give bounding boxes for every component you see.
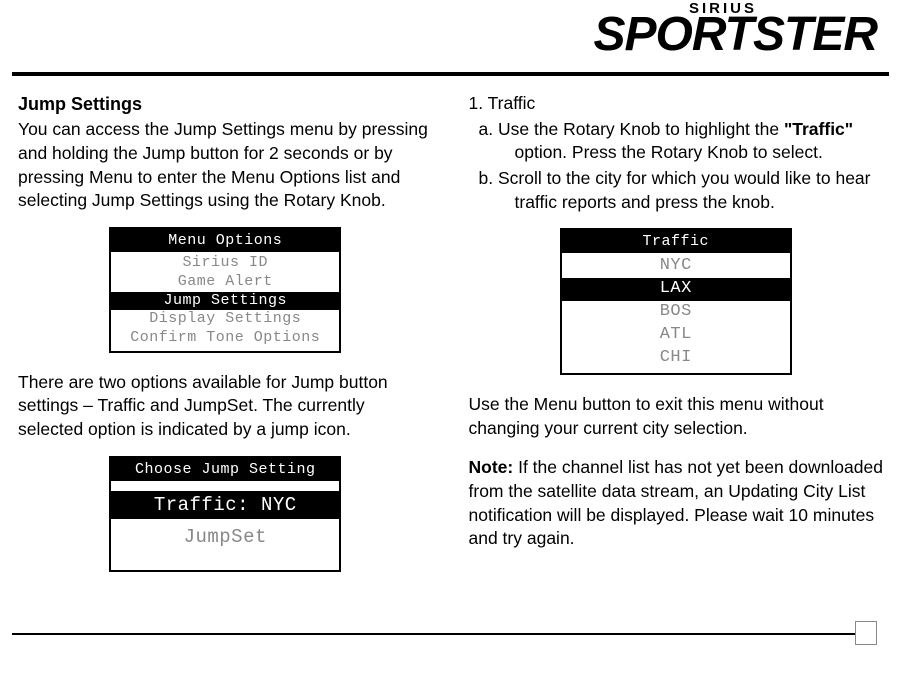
substep-b-line2: traffic reports and press the knob. <box>469 191 884 215</box>
content-area: Jump Settings You can access the Jump Se… <box>18 92 883 590</box>
lcd-body: Sirius ID Game Alert Jump Settings Displ… <box>111 252 339 351</box>
lcd-choose-jump: Choose Jump Setting Traffic: NYC JumpSet <box>109 456 341 572</box>
substep-a-bold: "Traffic" <box>784 119 853 139</box>
intro-paragraph: You can access the Jump Settings menu by… <box>18 118 433 213</box>
note-paragraph: Note: If the channel list has not yet be… <box>469 456 884 551</box>
note-body: If the channel list has not yet been dow… <box>469 457 883 548</box>
right-column: 1. Traffic a. Use the Rotary Knob to hig… <box>469 92 884 590</box>
lcd-row: Game Alert <box>111 273 339 292</box>
exit-paragraph: Use the Menu button to exit this menu wi… <box>469 393 884 440</box>
step-heading: 1. Traffic <box>469 92 884 116</box>
lcd-row: NYC <box>562 255 790 278</box>
lcd-header: Traffic <box>562 230 790 253</box>
lcd-row: Sirius ID <box>111 254 339 273</box>
lcd-menu-options: Menu Options Sirius ID Game Alert Jump S… <box>109 227 341 353</box>
logo-main-text: SPORTSTER <box>594 8 878 61</box>
section-title: Jump Settings <box>18 92 433 116</box>
substep-a-line1: a. Use the Rotary Knob to highlight the … <box>469 118 884 142</box>
note-label: Note: <box>469 457 514 477</box>
lcd-header: Choose Jump Setting <box>111 458 339 481</box>
lcd-row-selected: Traffic: NYC <box>111 491 339 520</box>
lcd-row: CHI <box>562 347 790 370</box>
substep-a-text: a. Use the Rotary Knob to highlight the <box>479 119 784 139</box>
lcd-row: ATL <box>562 324 790 347</box>
substep-b-line1: b. Scroll to the city for which you woul… <box>469 167 884 191</box>
lcd-body: Traffic: NYC JumpSet <box>111 481 339 570</box>
page-number-box <box>855 621 877 645</box>
header-divider <box>12 72 889 76</box>
lcd-row: JumpSet <box>111 523 339 552</box>
lcd-row-selected: LAX <box>562 278 790 301</box>
substep-a-line2: option. Press the Rotary Knob to select. <box>469 141 884 165</box>
lcd-body: NYC LAX BOS ATL CHI <box>562 253 790 373</box>
footer-divider <box>12 633 855 635</box>
lcd-row-selected: Jump Settings <box>111 292 339 311</box>
left-column: Jump Settings You can access the Jump Se… <box>18 92 433 590</box>
lcd-row: Display Settings <box>111 310 339 329</box>
lcd-header: Menu Options <box>111 229 339 252</box>
lcd-row: BOS <box>562 301 790 324</box>
lcd-row: Confirm Tone Options <box>111 329 339 348</box>
header-logo: SIRIUS SPORTSTER <box>594 0 878 59</box>
mid-paragraph: There are two options available for Jump… <box>18 371 433 442</box>
lcd-traffic-cities: Traffic NYC LAX BOS ATL CHI <box>560 228 792 375</box>
